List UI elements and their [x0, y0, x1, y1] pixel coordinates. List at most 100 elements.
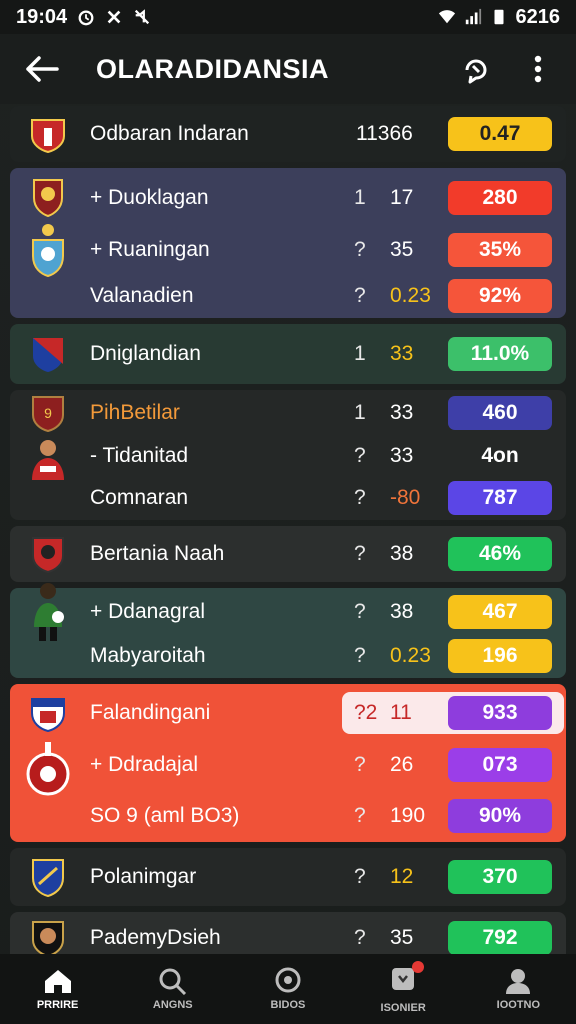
nav-label: ANGNS — [152, 999, 193, 1011]
list-group-highlighted: Falandingani ?2 11 933 + Ddradajal ? 26 … — [10, 684, 566, 842]
stat-pill: 46% — [448, 537, 552, 571]
list-group: Dniglandian 1 33 11.0% — [10, 324, 566, 384]
share-button[interactable] — [458, 51, 494, 87]
stat-pill: 4on — [481, 444, 519, 467]
team-crest-icon — [26, 332, 70, 376]
team-crest-icon: 9 — [26, 391, 70, 435]
stat-pill: 0.47 — [448, 117, 552, 151]
stat-pill: 92% — [448, 279, 552, 313]
list-item[interactable]: + Ruaningan ? 35 35% — [10, 224, 566, 278]
stat-pill: 792 — [448, 921, 552, 955]
team-stat: 38 — [390, 542, 414, 565]
team-rank: 1 — [354, 342, 366, 365]
alarm-icon — [78, 10, 94, 26]
team-name: Mabyaroitah — [90, 644, 206, 667]
list-item[interactable]: Bertania Naah ? 38 46% — [10, 526, 566, 582]
player-avatar-icon — [26, 438, 70, 482]
stat-pill: 370 — [448, 860, 552, 894]
nav-label: IOOTNO — [496, 999, 541, 1011]
list-item[interactable]: SO 9 (aml BO3) ? 190 90% — [10, 794, 566, 838]
back-button[interactable] — [20, 47, 64, 91]
page-title: OLARADIDANSIA — [96, 53, 329, 84]
team-stat: 190 — [390, 804, 426, 827]
team-crest-icon — [26, 112, 70, 156]
team-stat: 17 — [390, 186, 414, 209]
team-crest-icon — [26, 855, 70, 899]
standings-list: Odbaran Indaran 11366 0.47 + Duoklagan 1… — [10, 106, 566, 970]
team-rank: ?2 — [354, 701, 378, 724]
list-item[interactable]: + Ddanagral ? 38 467 — [10, 583, 566, 641]
profile-icon — [506, 969, 531, 994]
team-rank: ? — [354, 926, 366, 949]
list-item[interactable]: 9 PihBetilar 1 33 460 — [10, 392, 566, 434]
mute-icon — [135, 9, 150, 25]
team-rank: ? — [354, 753, 366, 776]
home-icon — [44, 970, 71, 993]
team-name: - Tidanitad — [90, 444, 189, 467]
stat-pill: 196 — [448, 639, 552, 673]
team-name: + Ddanagral — [90, 600, 205, 623]
list-item[interactable]: Valanadien ? 0.23 92% — [10, 276, 566, 316]
list-group: + Ddanagral ? 38 467 Mabyaroitah ? 0.23 … — [10, 583, 566, 678]
team-rank: ? — [354, 238, 366, 261]
team-name: Bertania Naah — [90, 542, 225, 565]
list-item[interactable]: Mabyaroitah ? 0.23 196 — [10, 636, 566, 676]
team-crest-icon — [26, 224, 70, 278]
list-group: Odbaran Indaran 11366 0.47 — [10, 106, 566, 162]
team-name: PihBetilar — [90, 401, 180, 424]
list-item[interactable]: Comnaran ? -80 787 — [10, 478, 566, 518]
nav-trophy[interactable]: BIDOS — [243, 967, 333, 1011]
team-name: Odbaran Indaran — [90, 122, 249, 145]
team-name: + Ddradajal — [90, 753, 198, 776]
stat-pill: 787 — [448, 481, 552, 515]
battery-level: 6216 — [515, 5, 561, 28]
search-icon — [159, 968, 186, 995]
nav-search[interactable]: ANGNS — [128, 967, 218, 1011]
team-name: + Ruaningan — [90, 238, 210, 261]
team-name: Falandingani — [90, 701, 211, 724]
stat-pill: 467 — [448, 595, 552, 629]
settings-icon — [107, 10, 121, 24]
team-crest-icon — [26, 176, 70, 220]
bottom-navigation: PRRIRE ANGNS BIDOS ISONIER IOOTNO — [0, 954, 576, 1024]
list-item[interactable]: - Tidanitad ? 33 4on — [10, 434, 566, 480]
list-group: + Duoklagan 1 17 280 + Ruaningan ? 35 35… — [10, 168, 566, 318]
stat-pill: 35% — [448, 233, 552, 267]
stat-pill: 933 — [448, 696, 552, 730]
stat-pill: 280 — [448, 181, 552, 215]
list-item[interactable]: Dniglandian 1 33 11.0% — [10, 324, 566, 384]
stat-pill: 11.0% — [448, 337, 552, 371]
team-name: Polanimgar — [90, 865, 197, 888]
nav-profile[interactable]: IOOTNO — [473, 967, 563, 1011]
more-vertical-icon — [534, 55, 542, 83]
list-group: Polanimgar ? 12 370 — [10, 848, 566, 906]
nav-notifications[interactable]: ISONIER — [358, 960, 448, 1014]
nav-home[interactable]: PRRIRE — [13, 967, 103, 1011]
team-stat: 11 — [390, 701, 412, 724]
list-item[interactable]: Falandingani ?2 11 933 — [10, 690, 566, 736]
team-rank: 1 — [354, 186, 366, 209]
app-bar: OLARADIDANSIA — [0, 34, 576, 104]
team-rank: ? — [354, 542, 366, 565]
team-rank: ? — [354, 644, 366, 667]
notification-wrapper — [388, 960, 425, 998]
team-name: SO 9 (aml BO3) — [90, 804, 240, 827]
team-rank: 1 — [354, 401, 366, 424]
team-stat: 33 — [390, 342, 414, 365]
team-rank: ? — [354, 865, 366, 888]
list-item[interactable]: Odbaran Indaran 11366 0.47 — [10, 106, 566, 162]
team-stat: -80 — [390, 486, 421, 509]
list-item[interactable]: + Duoklagan 1 17 280 — [10, 172, 566, 224]
player-avatar-icon — [26, 583, 70, 641]
list-group: Bertania Naah ? 38 46% — [10, 526, 566, 582]
trophy-icon — [275, 967, 301, 993]
notification-badge — [412, 960, 425, 973]
team-name: Comnaran — [90, 486, 189, 509]
team-crest-icon — [26, 532, 70, 576]
back-arrow-icon — [26, 56, 59, 82]
nav-label: ISONIER — [380, 1001, 426, 1014]
team-crest-icon — [26, 742, 70, 796]
list-item[interactable]: + Ddradajal ? 26 073 — [10, 736, 566, 796]
list-item[interactable]: Polanimgar ? 12 370 — [10, 848, 566, 906]
more-options-button[interactable] — [520, 51, 556, 87]
